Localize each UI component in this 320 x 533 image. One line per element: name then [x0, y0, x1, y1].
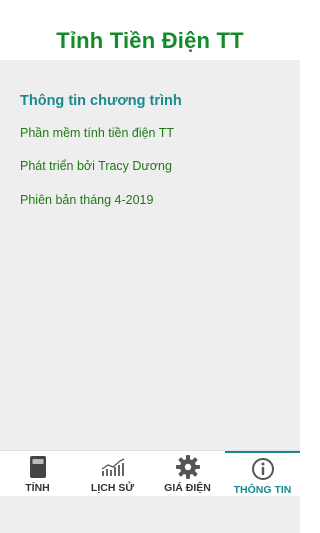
nav-tab-gia-dien[interactable]: GIÁ ĐIỆN — [150, 451, 225, 497]
developer-credit: Phát triển bởi Tracy Dương — [20, 159, 172, 173]
nav-tab-lich-su[interactable]: LỊCH SỬ — [75, 451, 150, 497]
footer-area — [0, 496, 300, 533]
app-title: Tỉnh Tiền Điện TT — [56, 28, 244, 53]
info-icon — [251, 457, 275, 481]
nav-label-lich-su: LỊCH SỬ — [90, 482, 135, 494]
app-description: Phần mềm tính tiền điện TT — [20, 126, 175, 140]
nav-tab-tinh[interactable]: TÍNH — [0, 451, 75, 497]
bottom-nav: TÍNH LỊCH SỬ GIÁ ĐIỆN THÔNG TIN — [0, 450, 300, 496]
chart-icon — [100, 455, 126, 479]
app-header: Tỉnh Tiền Điện TT — [0, 0, 300, 60]
nav-label-tinh: TÍNH — [25, 482, 50, 494]
info-panel: Thông tin chương trình Phần mềm tính tiề… — [0, 60, 300, 450]
nav-label-gia-dien: GIÁ ĐIỆN — [164, 482, 211, 494]
section-title: Thông tin chương trình — [20, 93, 182, 109]
nav-tab-thong-tin[interactable]: THÔNG TIN — [225, 451, 300, 497]
nav-label-thong-tin: THÔNG TIN — [233, 484, 292, 496]
gear-icon — [175, 455, 201, 479]
calculator-icon — [29, 455, 47, 479]
version-info: Phiên bản tháng 4-2019 — [20, 193, 154, 207]
